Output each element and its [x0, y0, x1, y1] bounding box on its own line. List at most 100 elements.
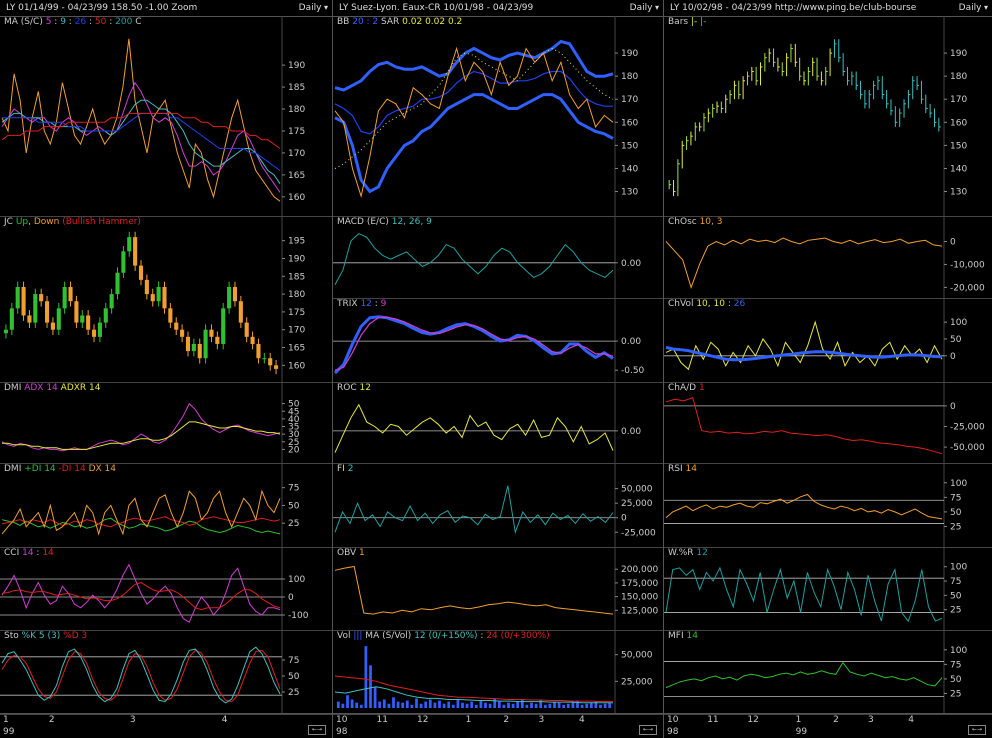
series-line [334, 686, 613, 704]
panel-plot: 0.00 [333, 382, 641, 463]
series-line [334, 233, 614, 285]
candlestick [262, 358, 267, 360]
column-divider [663, 0, 664, 738]
indicator-panel[interactable]: 0.00 MACD (E/C) 12, 26, 9 [333, 216, 663, 299]
candlestick [3, 329, 8, 334]
candlestick [156, 286, 161, 302]
series-line [334, 403, 614, 453]
panel-plot: 130 140 150 160 170 180 190 [668, 16, 967, 216]
y-tick-label: 190 [621, 49, 638, 59]
y-tick-label: -0.50 [621, 366, 645, 376]
label-part: 12 [360, 299, 372, 309]
panel-plot: 160 165 170 175 180 185 190 [1, 16, 305, 216]
y-tick-label: 100 [950, 318, 967, 328]
indicator-panel[interactable]: 25 50 75 Sto %K 5 (3) %D 3 [0, 630, 332, 715]
indicator-panel[interactable]: -100 0 100 CCI 14 : 14 [0, 547, 332, 631]
x-tick-label: 4 [908, 715, 914, 725]
label-part: TRIX [337, 299, 361, 309]
x-tick-label: 2 [48, 715, 55, 725]
indicator-panel[interactable]: 160 165 170 175 180 185 190 MA (S/C) 5 : 9 : 26… [0, 16, 332, 217]
y-tick-label: 195 [288, 237, 305, 247]
scroll-button[interactable]: ←→ [639, 725, 657, 735]
candlestick [221, 308, 226, 344]
y-tick-label: -100 [288, 611, 309, 621]
label-part: : [65, 17, 75, 27]
y-tick-label: 75 [288, 656, 299, 666]
scroll-button[interactable]: ←→ [968, 725, 986, 735]
label-part: 10, 10 [696, 299, 725, 309]
y-tick-label: 160 [288, 193, 305, 203]
x-tick-label: 10 [667, 715, 679, 725]
indicator-panel[interactable]: 25 50 75 DMI +DI 14 -DI 14 DX 14 [0, 463, 332, 548]
indicator-panel[interactable]: 100 50 0 ChVol 10, 10 : 26 [664, 298, 992, 383]
y-tick-label: 150 [621, 141, 638, 151]
y-tick-label: 25 [950, 689, 961, 699]
series-line [1, 489, 281, 536]
label-part: 14 [686, 631, 698, 641]
candlestick [197, 343, 202, 359]
x-tick-label: 12 [417, 715, 429, 725]
y-tick-label: 165 [288, 171, 305, 181]
candlestick [109, 294, 114, 309]
candlestick [56, 308, 61, 330]
indicator-panel[interactable]: 0.00 ROC 12 [333, 382, 663, 464]
indicator-panel[interactable]: 20 25 30 35 40 45 50 DMI ADX 14 ADXR 14 [0, 382, 332, 464]
indicator-panel[interactable]: 200,000 175,000 150,000 125,000 OBV 1 [333, 547, 663, 631]
series-line [665, 566, 943, 623]
label-part: : [477, 631, 487, 641]
indicator-panel[interactable]: 25 50 75 100 MFI 14 [664, 630, 992, 715]
y-tick-label: 50,000 [621, 485, 653, 495]
y-tick-label: 0 [950, 402, 956, 412]
y-tick-label: 100 [288, 575, 305, 585]
indicator-panel[interactable]: 130 140 150 160 170 180 190 Bars |- |- [664, 16, 992, 217]
candlestick [21, 286, 26, 316]
candlestick [238, 301, 243, 323]
candlestick [27, 315, 32, 323]
panel-plot: 0.00 -0.50 [333, 298, 645, 382]
series-line [334, 565, 614, 615]
label-part: ADX 14 [24, 383, 58, 393]
period-dropdown[interactable]: Daily [959, 0, 988, 16]
x-tick-label: 4 [579, 715, 585, 725]
y-tick-label: 50 [288, 672, 300, 682]
series-line [2, 421, 281, 450]
candlestick [203, 329, 208, 359]
indicator-panel[interactable]: 0.00 -0.50 TRIX 12 : 9 [333, 298, 663, 383]
y-tick-label: 75 [288, 484, 299, 494]
y-tick-label: 50 [950, 508, 962, 518]
y-tick-label: 50 [950, 335, 962, 345]
panel-plot: 25 50 75 100 [664, 463, 967, 547]
panel-plot: 50,000 25,000 [334, 630, 653, 714]
label-part: W.%R [668, 548, 697, 558]
indicator-panel[interactable]: 50,000 25,000 Vol ||| MA (S/Vol) 12 (0/+15… [333, 630, 663, 715]
candlestick [150, 294, 155, 302]
candlestick [91, 329, 97, 337]
series-line [334, 39, 614, 92]
candlestick [74, 301, 79, 323]
indicator-panel[interactable]: 50,000 25,000 0 -25,000 FI 2 [333, 463, 663, 548]
scroll-button[interactable]: ←→ [308, 725, 326, 735]
indicator-panel[interactable]: 130 140 150 160 170 180 190 BB 20 : 2 SAR 0.02 … [333, 16, 663, 217]
series-line [334, 675, 613, 703]
label-part: 50 [94, 17, 107, 27]
indicator-panel[interactable]: 0 -25,000 -50,000 ChA/D 1 [664, 382, 992, 464]
candlestick [15, 286, 20, 309]
indicator-panel[interactable]: 160 165 170 175 180 185 190 195 JC Up, Down (Bul… [0, 216, 332, 383]
label-part: : [51, 17, 61, 27]
candlestick [39, 294, 44, 302]
candlestick [9, 308, 14, 330]
label-part: 1 [698, 383, 705, 393]
label-part: 14 [42, 548, 54, 558]
indicator-panel[interactable]: 25 50 75 100 W.%R 12 [664, 547, 992, 631]
candlestick [215, 336, 220, 344]
candlestick [244, 322, 249, 337]
period-dropdown[interactable]: Daily [299, 0, 328, 16]
indicator-panel[interactable]: 25 50 75 100 RSI 14 [664, 463, 992, 548]
panel-plot: 100 50 0 [664, 298, 967, 382]
panel-plot: 25 50 75 [1, 463, 300, 547]
period-dropdown[interactable]: Daily [630, 0, 659, 16]
indicator-panel[interactable]: 0 -10,000 -20,000 ChOsc 10, 3 [664, 216, 992, 299]
label-part: 2 [347, 464, 354, 474]
series-line [2, 112, 281, 171]
y-tick-label: 190 [288, 254, 305, 264]
